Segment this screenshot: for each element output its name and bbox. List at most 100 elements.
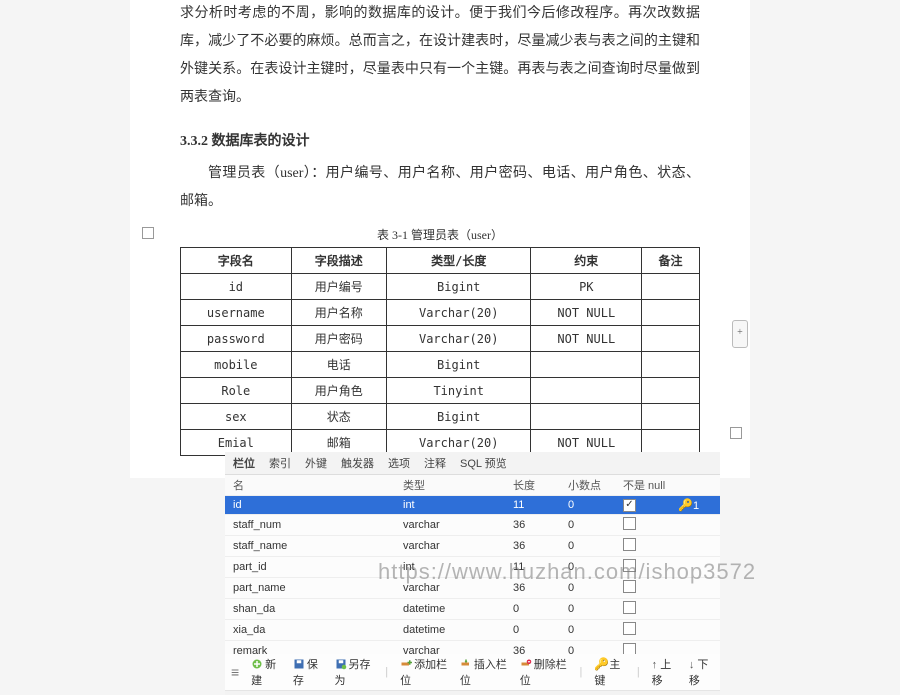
db-cell-dec: 0 xyxy=(564,602,619,616)
table-cell xyxy=(642,300,700,326)
table-cell: mobile xyxy=(181,352,292,378)
db-cell-notnull[interactable] xyxy=(619,558,674,576)
db-cell-type: varchar xyxy=(399,539,509,553)
section-title: 3.3.2 数据库表的设计 xyxy=(180,130,700,150)
delete-field-icon xyxy=(520,658,532,670)
db-cell-dec: 0 xyxy=(564,498,619,512)
table-cell xyxy=(531,404,642,430)
db-cell-len: 36 xyxy=(509,539,564,553)
tab-options[interactable]: 选项 xyxy=(388,455,410,471)
db-cell-name: xia_da xyxy=(229,623,399,637)
menu-icon[interactable]: ≡ xyxy=(231,664,239,680)
table-cell: 状态 xyxy=(291,404,386,430)
tab-trigger[interactable]: 触发器 xyxy=(341,455,374,471)
db-cell-notnull[interactable]: ✓ xyxy=(619,497,674,513)
table-cell: Varchar(20) xyxy=(386,326,531,352)
db-row[interactable]: part_idint110 xyxy=(225,557,720,578)
db-row[interactable]: idint110✓🔑1 xyxy=(225,496,720,515)
table-handle-tl[interactable] xyxy=(142,227,154,239)
primary-key-button[interactable]: 🔑主键 xyxy=(594,656,624,688)
db-cell-len: 36 xyxy=(509,581,564,595)
move-up-button[interactable]: ↑ 上移 xyxy=(652,656,677,688)
tab-comment[interactable]: 注释 xyxy=(424,455,446,471)
document-sheet: 求分析时考虑的不周，影响的数据库的设计。便于我们今后修改程序。再次改数据库，减少… xyxy=(130,0,750,478)
db-cell-pk xyxy=(674,629,714,631)
hdr-name: 名 xyxy=(229,476,399,494)
db-cell-pk xyxy=(674,608,714,610)
toolbar-row-actions: ≡ 新建 保存 另存为 | 添加栏位 插入栏位 删除栏位 | 🔑主键 xyxy=(225,654,720,691)
db-cell-name: id xyxy=(229,498,399,512)
db-cell-type: varchar xyxy=(399,518,509,532)
db-cell-dec: 0 xyxy=(564,518,619,532)
hdr-key xyxy=(674,484,714,486)
notnull-checkbox[interactable] xyxy=(623,559,636,572)
table-cell: Bigint xyxy=(386,404,531,430)
db-row[interactable]: staff_namevarchar360 xyxy=(225,536,720,557)
table-cell: Tinyint xyxy=(386,378,531,404)
notnull-checkbox[interactable] xyxy=(623,517,636,530)
db-cell-pk xyxy=(674,524,714,526)
table-handle-br[interactable] xyxy=(730,427,742,439)
key-icon: 🔑 xyxy=(594,657,609,671)
db-cell-notnull[interactable] xyxy=(619,537,674,555)
db-toolbar: ≡ 新建 保存 另存为 | 添加栏位 插入栏位 删除栏位 | 🔑主键 xyxy=(225,654,720,695)
db-cell-notnull[interactable] xyxy=(619,579,674,597)
insert-field-button[interactable]: 插入栏位 xyxy=(460,656,508,688)
tab-sqlpreview[interactable]: SQL 预览 xyxy=(460,455,507,471)
table-cell: 用户角色 xyxy=(291,378,386,404)
db-row[interactable]: part_namevarchar360 xyxy=(225,578,720,599)
db-cell-notnull[interactable] xyxy=(619,600,674,618)
table-row: Role用户角色Tinyint xyxy=(181,378,700,404)
paragraph-desc: 管理员表（user）：用户编号、用户名称、用户密码、电话、用户角色、状态、邮箱。 xyxy=(180,160,700,216)
db-cell-len: 0 xyxy=(509,623,564,637)
db-cell-notnull[interactable] xyxy=(619,516,674,534)
arrow-up-icon: ↑ xyxy=(652,659,661,671)
save-as-button[interactable]: 另存为 xyxy=(335,656,374,688)
page-wrapper: 求分析时考虑的不周，影响的数据库的设计。便于我们今后修改程序。再次改数据库，减少… xyxy=(0,0,900,695)
save-button[interactable]: 保存 xyxy=(293,656,323,688)
tab-index[interactable]: 索引 xyxy=(269,455,291,471)
delete-field-button[interactable]: 删除栏位 xyxy=(520,656,568,688)
table-cell: 用户名称 xyxy=(291,300,386,326)
tab-columns[interactable]: 栏位 xyxy=(233,455,255,471)
save-as-icon xyxy=(335,658,347,670)
db-cell-pk xyxy=(674,650,714,652)
th-remark: 备注 xyxy=(642,248,700,274)
table-cell: Bigint xyxy=(386,352,531,378)
db-cell-pk xyxy=(674,545,714,547)
db-cell-notnull[interactable] xyxy=(619,621,674,639)
db-cell-type: datetime xyxy=(399,623,509,637)
notnull-checkbox[interactable] xyxy=(623,622,636,635)
notnull-checkbox[interactable]: ✓ xyxy=(623,499,636,512)
db-cell-len: 0 xyxy=(509,602,564,616)
notnull-checkbox[interactable] xyxy=(623,601,636,614)
db-cell-name: shan_da xyxy=(229,602,399,616)
table-cell: NOT NULL xyxy=(531,326,642,352)
db-cell-dec: 0 xyxy=(564,560,619,574)
db-row[interactable]: shan_dadatetime00 xyxy=(225,599,720,620)
notnull-checkbox[interactable] xyxy=(623,538,636,551)
db-row[interactable]: xia_dadatetime00 xyxy=(225,620,720,641)
db-cell-pk xyxy=(674,587,714,589)
table-row: sex状态Bigint xyxy=(181,404,700,430)
db-cell-type: int xyxy=(399,560,509,574)
table-cell xyxy=(642,274,700,300)
db-cell-name: part_name xyxy=(229,581,399,595)
add-field-button[interactable]: 添加栏位 xyxy=(400,656,448,688)
tab-foreignkey[interactable]: 外键 xyxy=(305,455,327,471)
table-row: password用户密码Varchar(20)NOT NULL xyxy=(181,326,700,352)
db-cell-pk: 🔑1 xyxy=(674,497,714,513)
th-field: 字段名 xyxy=(181,248,292,274)
th-desc: 字段描述 xyxy=(291,248,386,274)
move-down-button[interactable]: ↓ 下移 xyxy=(689,656,714,688)
hdr-type: 类型 xyxy=(399,476,509,494)
pk-index: 1 xyxy=(693,500,699,512)
db-row[interactable]: staff_numvarchar360 xyxy=(225,515,720,536)
table-cell: sex xyxy=(181,404,292,430)
notnull-checkbox[interactable] xyxy=(623,580,636,593)
insert-field-icon xyxy=(460,658,472,670)
add-column-button[interactable]: + xyxy=(732,320,748,348)
table-cell: 用户密码 xyxy=(291,326,386,352)
new-button[interactable]: 新建 xyxy=(251,656,281,688)
th-type: 类型/长度 xyxy=(386,248,531,274)
